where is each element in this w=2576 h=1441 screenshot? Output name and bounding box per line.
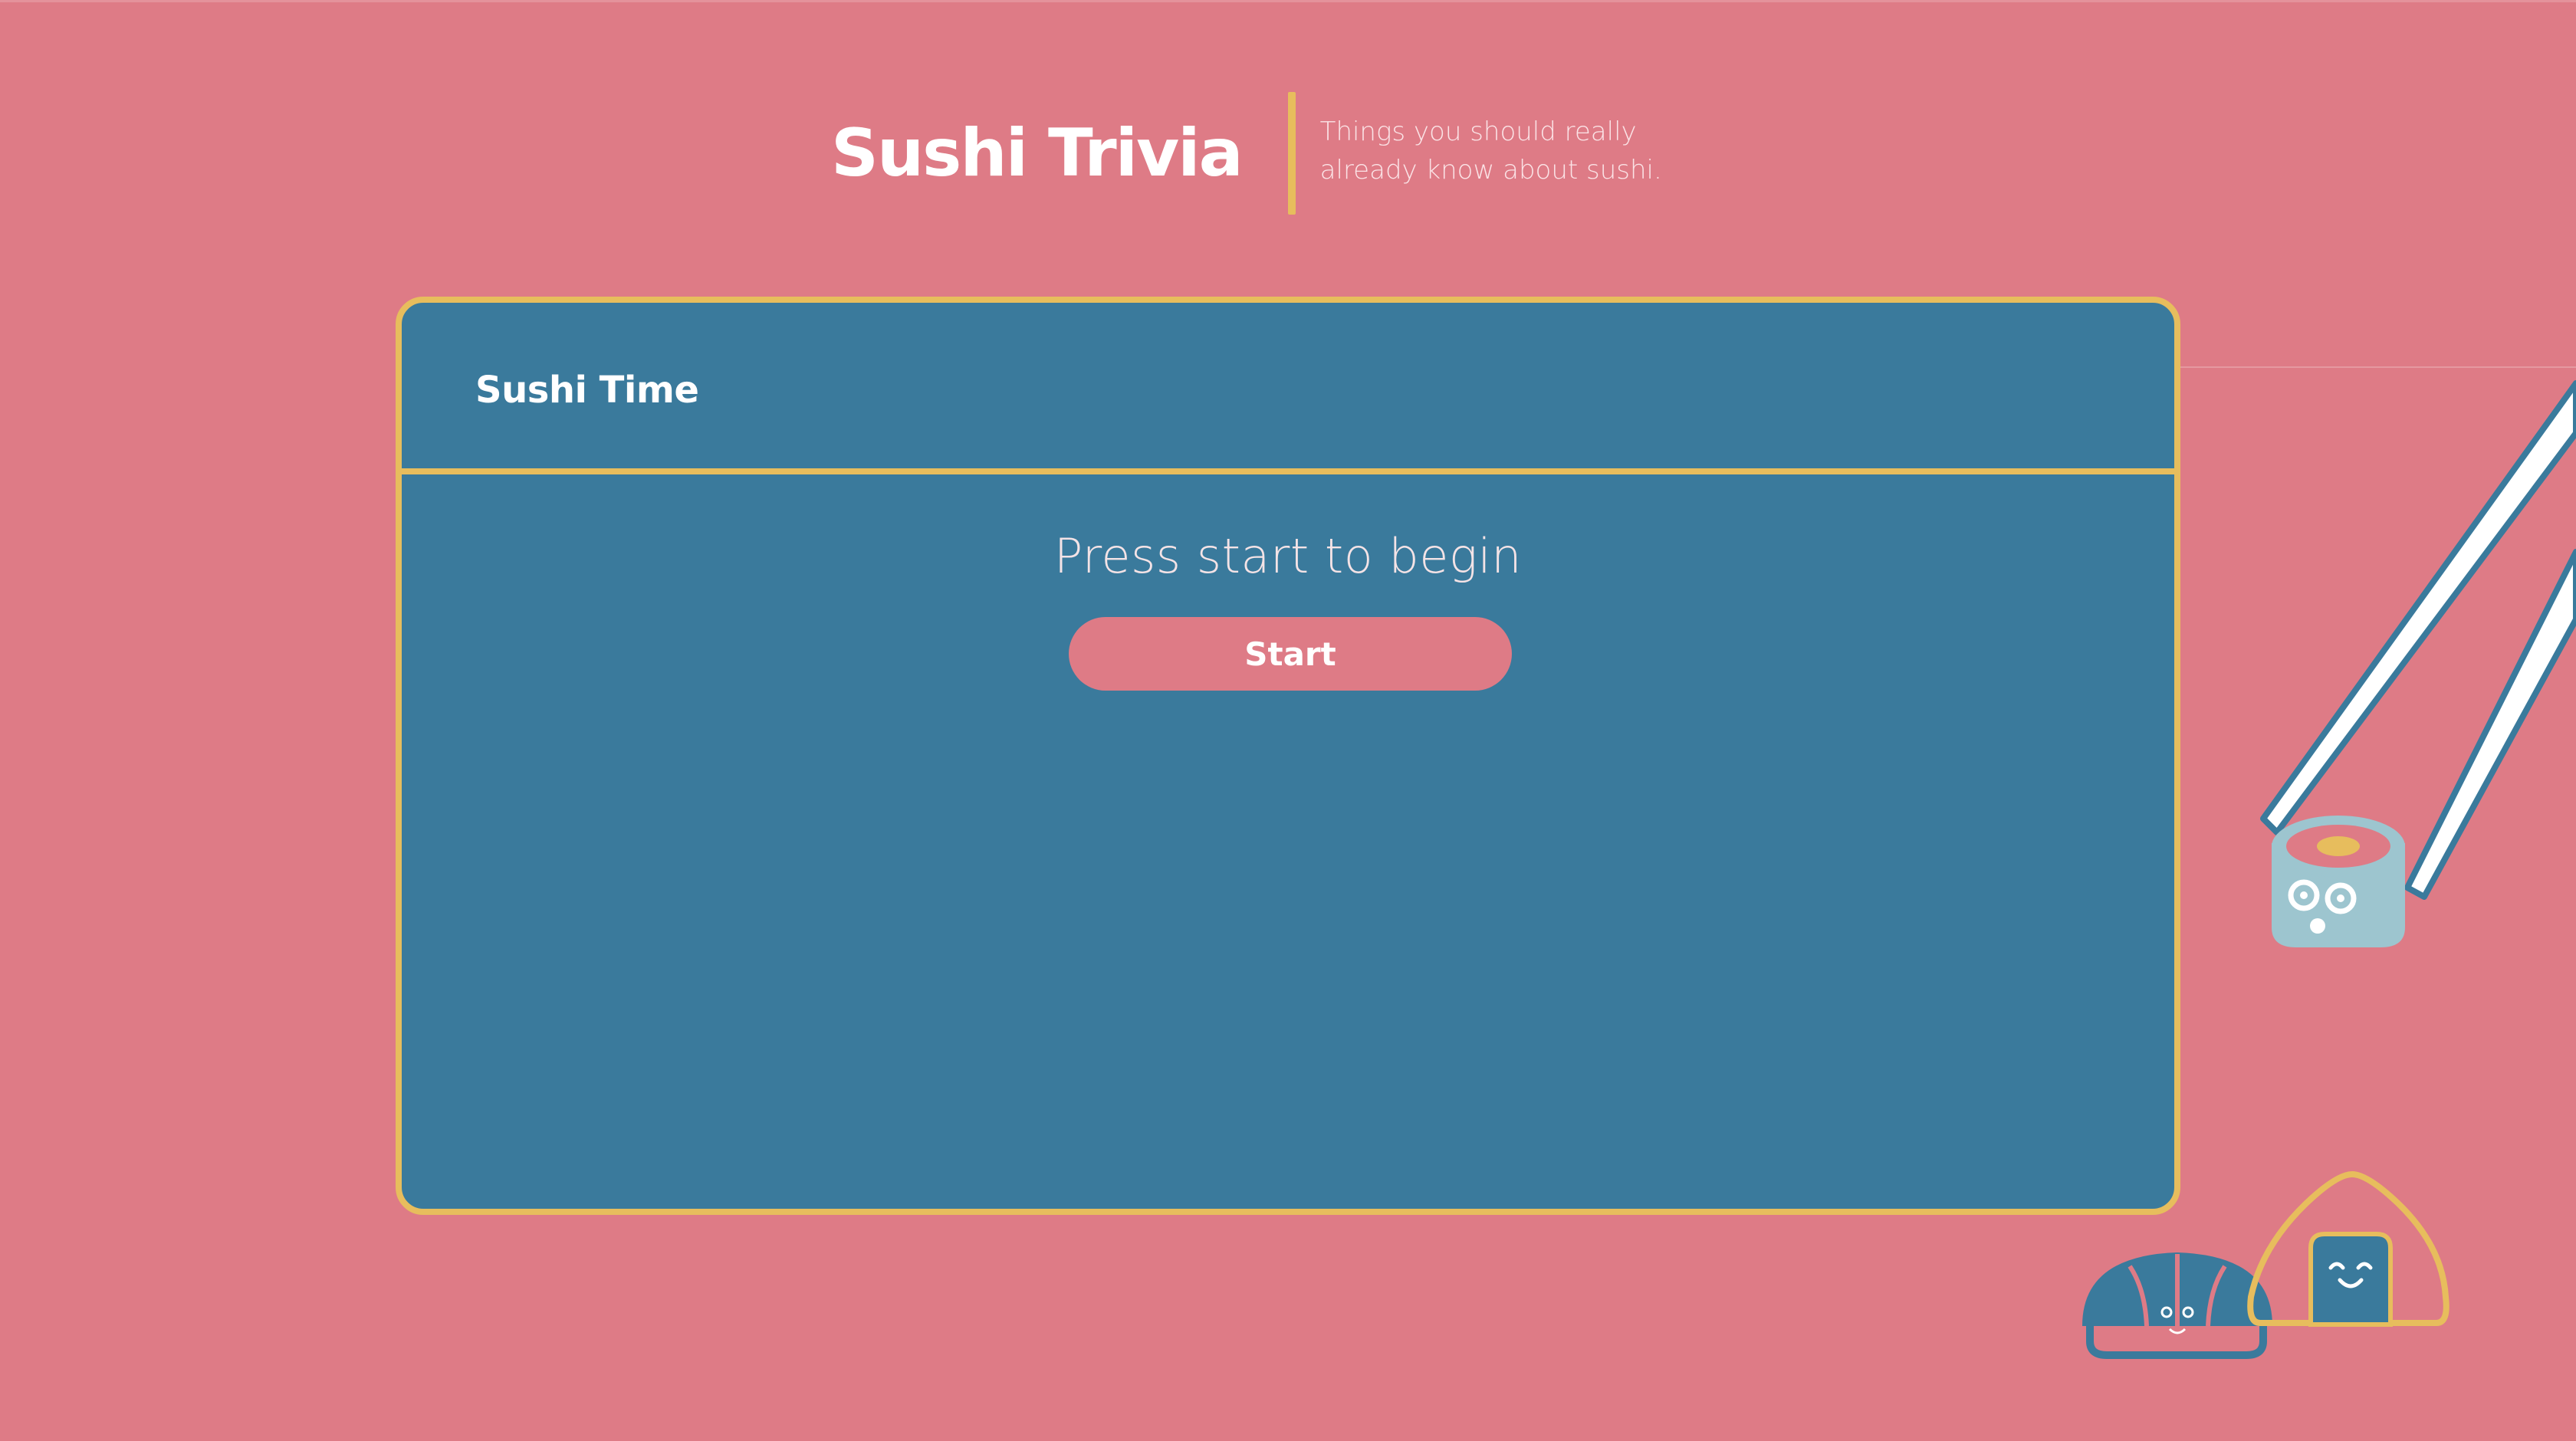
quiz-card-title: Sushi Time (475, 369, 699, 412)
quiz-card-header: Sushi Time (402, 303, 2174, 474)
header-divider (1287, 92, 1296, 215)
top-edge-line (0, 0, 2576, 2)
app-subtitle: Things you should really already know ab… (1319, 117, 1662, 185)
quiz-card: Sushi Time Press start to begin Start (396, 297, 2180, 1215)
onigiri-icon (2247, 1171, 2450, 1327)
app-title: Sushi Trivia (831, 115, 1244, 192)
start-prompt: Press start to begin (1053, 528, 1523, 584)
sushi-roll-icon (2272, 816, 2405, 947)
start-button[interactable]: Start (1069, 617, 1512, 691)
page-header: Sushi Trivia Things you should really al… (831, 92, 1719, 215)
quiz-card-body: Press start to begin Start (402, 474, 2174, 1209)
